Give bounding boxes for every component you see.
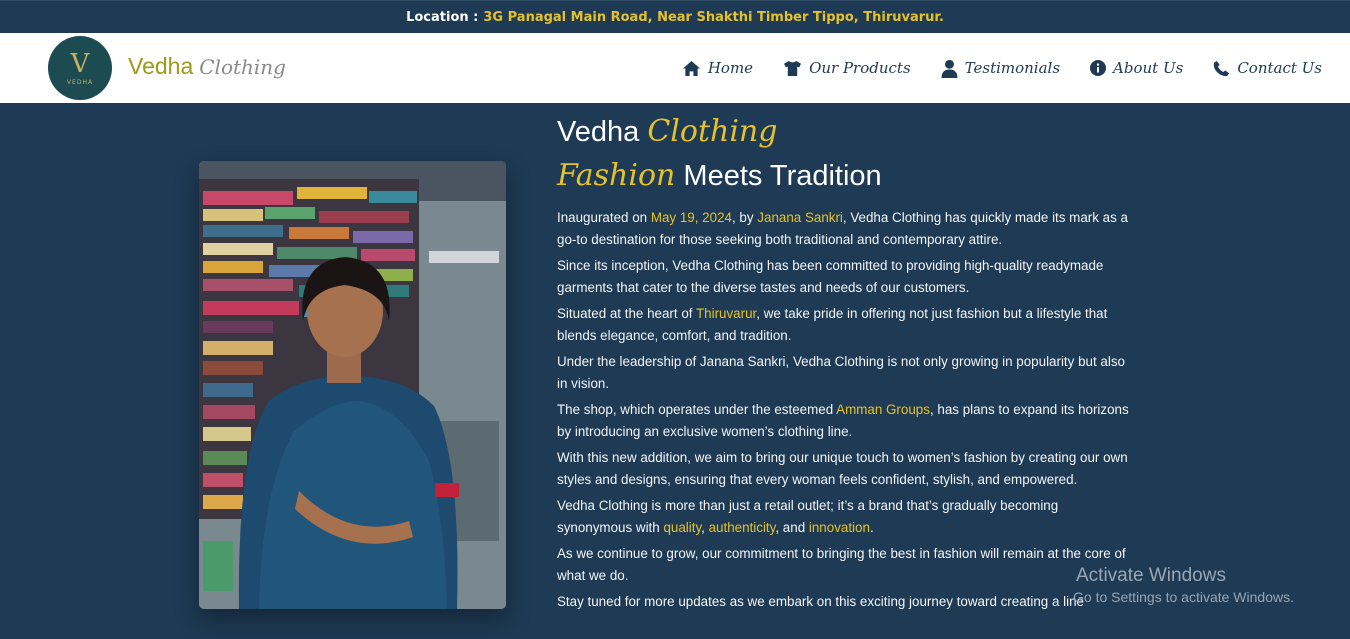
inauguration-date: May 19, 2024: [650, 210, 732, 225]
nav-contact-us[interactable]: Contact Us: [1213, 59, 1322, 77]
phone-icon: [1214, 60, 1230, 76]
nav-home[interactable]: Home: [682, 59, 753, 77]
value-authenticity: authenticity: [708, 520, 776, 535]
nav-home-label: Home: [707, 59, 754, 77]
paragraph-stay-tuned: Stay tuned for more updates as we embark…: [557, 594, 1084, 609]
brand-name[interactable]: Vedha Clothing: [128, 53, 286, 80]
heading-brand: Vedha: [557, 116, 640, 148]
logo-mark: V: [70, 48, 90, 79]
heading-tagline: Meets Tradition: [683, 160, 882, 192]
place-name: Thiruvarur: [695, 306, 757, 321]
founder-name: Janana Sankri: [757, 210, 843, 225]
brand-word: Vedha: [128, 53, 194, 79]
paragraph-leadership: Under the leadership of Janana Sankri, V…: [557, 354, 1125, 391]
text-segment: , and: [775, 520, 809, 535]
logo-small-text: VEDHA: [66, 78, 94, 86]
shirt-icon: [784, 60, 802, 76]
text-segment: ,: [701, 520, 709, 535]
nav-testimonials-label: Testimonials: [964, 59, 1061, 77]
value-quality: quality: [663, 520, 702, 535]
watermark-title: Activate Windows: [1076, 565, 1226, 586]
location-label: Location :: [406, 9, 479, 25]
paragraph-expansion: The shop, which operates under the estee…: [557, 399, 1137, 443]
nav-our-products-label: Our Products: [809, 59, 911, 77]
main-nav: Home Our Products Testimonials About Us: [652, 33, 1322, 103]
text-segment: The shop, which operates under the estee…: [557, 402, 837, 417]
navbar: V VEDHA Vedha Clothing Home Our Products…: [0, 33, 1350, 103]
nav-our-products[interactable]: Our Products: [783, 59, 911, 77]
hero-heading: Vedha Clothing Fashion Meets Tradition: [557, 110, 882, 198]
about-text: Inaugurated on May 19, 2024, by Janana S…: [557, 207, 1137, 617]
location-address: 3G Panagal Main Road, Near Shakthi Timbe…: [483, 9, 944, 25]
nav-contact-us-label: Contact Us: [1237, 59, 1322, 77]
watermark-subtitle: Go to Settings to activate Windows.: [1073, 589, 1294, 605]
paragraph-location: Situated at the heart of Thiruvarur, we …: [557, 303, 1137, 347]
info-icon: [1090, 60, 1107, 76]
paragraph-brand: Vedha Clothing is more than just a retai…: [557, 495, 1137, 539]
paragraph-inauguration: Inaugurated on May 19, 2024, by Janana S…: [557, 207, 1137, 251]
nav-about-us-label: About Us: [1113, 59, 1184, 77]
heading-fashion-script: Fashion: [557, 158, 676, 193]
paragraph-womens-line: With this new addition, we aim to bring …: [557, 450, 1128, 487]
brand-script: Clothing: [199, 55, 286, 79]
logo[interactable]: V VEDHA: [48, 36, 112, 100]
nav-testimonials[interactable]: Testimonials: [941, 59, 1060, 78]
text-segment: Inaugurated on: [557, 210, 651, 225]
location-bar: Location : 3G Panagal Main Road, Near Sh…: [0, 0, 1350, 33]
value-innovation: innovation: [808, 520, 870, 535]
heading-line-2: Fashion Meets Tradition: [557, 154, 882, 198]
store-owner-photo: [199, 161, 506, 609]
activate-windows-watermark: Activate Windows Go to Settings to activ…: [1073, 565, 1294, 605]
paragraph-commitment: As we continue to grow, our commitment t…: [557, 546, 1126, 583]
text-segment: , by: [731, 210, 758, 225]
group-name: Amman Groups: [836, 402, 930, 417]
text-segment: Situated at the heart of: [557, 306, 696, 321]
nav-about-us[interactable]: About Us: [1090, 59, 1183, 77]
text-segment: .: [869, 520, 874, 535]
user-icon: [941, 59, 958, 78]
home-icon: [682, 60, 700, 76]
heading-brand-script: Clothing: [647, 114, 778, 149]
paragraph-inception: Since its inception, Vedha Clothing has …: [557, 258, 1104, 295]
heading-line-1: Vedha Clothing: [557, 110, 882, 154]
